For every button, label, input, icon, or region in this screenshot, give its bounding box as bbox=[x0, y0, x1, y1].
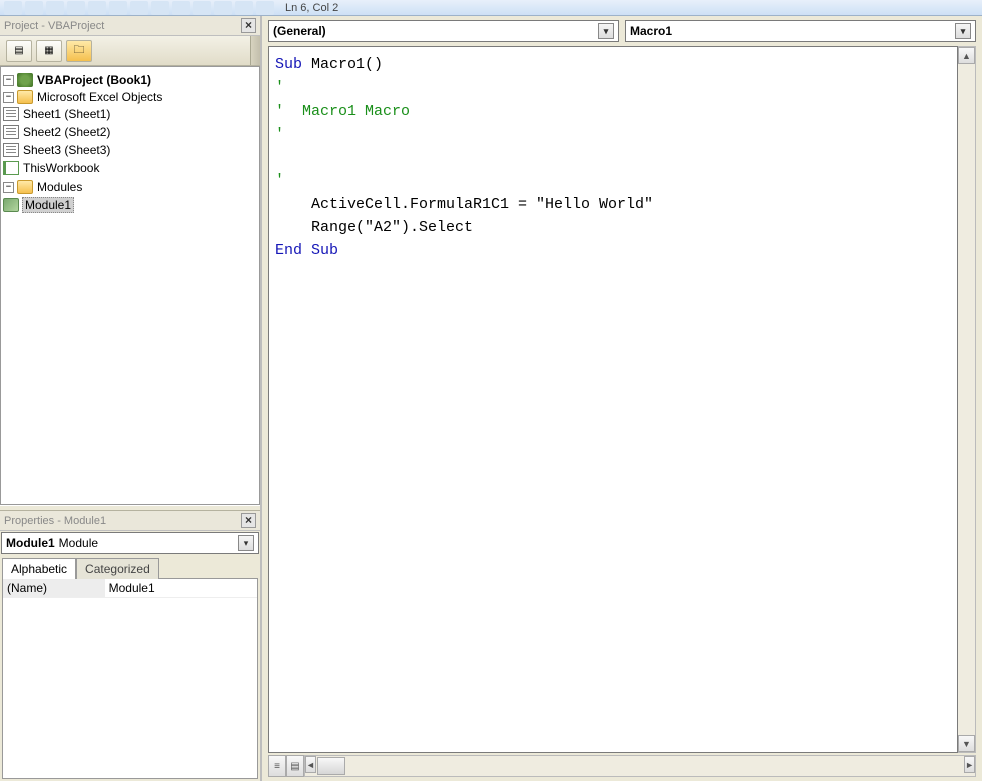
toolbar-icon[interactable] bbox=[214, 1, 232, 15]
code-keyword: Sub bbox=[311, 242, 338, 259]
code-icon: ▤ bbox=[14, 45, 23, 56]
scroll-left-icon[interactable]: ◄ bbox=[305, 756, 316, 773]
toolbar-icon[interactable] bbox=[67, 1, 85, 15]
scroll-thumb[interactable] bbox=[317, 757, 345, 775]
dropdown-icon[interactable] bbox=[238, 535, 254, 551]
properties-object-type: Module bbox=[59, 536, 98, 550]
procedure-view-button[interactable]: ≡ bbox=[268, 755, 286, 777]
dropdown-icon[interactable] bbox=[955, 23, 971, 39]
scroll-up-icon[interactable]: ▲ bbox=[958, 47, 975, 64]
toolbar-icon[interactable] bbox=[109, 1, 127, 15]
project-icon bbox=[17, 73, 33, 87]
code-text bbox=[302, 242, 311, 259]
folder-icon bbox=[17, 90, 33, 104]
dropdown-icon[interactable] bbox=[598, 23, 614, 39]
view-object-button[interactable]: ▦ bbox=[36, 40, 62, 62]
code-editor[interactable]: Sub Macro1() ' ' Macro1 Macro ' ' Active… bbox=[268, 46, 958, 753]
folder-icon: 🗀 bbox=[74, 41, 85, 60]
code-comment: ' bbox=[275, 172, 284, 189]
workbook-icon bbox=[3, 161, 19, 175]
left-panels: Project - VBAProject × ▤ ▦ 🗀 − VBAP bbox=[0, 16, 262, 781]
code-comment: ' Macro1 Macro bbox=[275, 103, 410, 120]
scroll-right-icon[interactable]: ► bbox=[964, 756, 975, 773]
toolbar-icon[interactable] bbox=[4, 1, 22, 15]
object-icon: ▦ bbox=[44, 45, 53, 56]
toggle-folders-button[interactable]: 🗀 bbox=[66, 40, 92, 62]
property-row[interactable]: (Name) Module1 bbox=[3, 579, 257, 598]
tree-collapse-icon[interactable]: − bbox=[3, 92, 14, 103]
toolbar-icon[interactable] bbox=[88, 1, 106, 15]
code-comment: ' bbox=[275, 126, 284, 143]
main-toolbar[interactable]: Ln 6, Col 2 bbox=[0, 0, 982, 16]
toolbar-icon[interactable] bbox=[172, 1, 190, 15]
properties-panel: Properties - Module1 × Module1 Module Al… bbox=[0, 511, 260, 781]
project-toolbar: ▤ ▦ 🗀 bbox=[0, 36, 260, 66]
worksheet-icon bbox=[3, 143, 19, 157]
properties-panel-title-text: Properties - Module1 bbox=[4, 515, 241, 527]
toolbar-icon[interactable] bbox=[256, 1, 274, 15]
code-panel: (General) Macro1 Sub Macro1() ' ' Macro1… bbox=[262, 16, 982, 781]
tree-collapse-icon[interactable]: − bbox=[3, 75, 14, 86]
full-module-view-button[interactable]: ▤ bbox=[286, 755, 304, 777]
project-panel-close-icon[interactable]: × bbox=[241, 18, 256, 33]
tree-item-sheet2[interactable]: Sheet2 (Sheet2) bbox=[22, 125, 111, 139]
toolbar-icon[interactable] bbox=[235, 1, 253, 15]
properties-panel-close-icon[interactable]: × bbox=[241, 513, 256, 528]
code-text: Range("A2").Select bbox=[275, 219, 473, 236]
procedure-dropdown[interactable]: Macro1 bbox=[625, 20, 976, 42]
project-tree[interactable]: − VBAProject (Book1) − Microsoft Excel O… bbox=[0, 66, 260, 505]
project-panel-title: Project - VBAProject × bbox=[0, 16, 260, 36]
scroll-down-icon[interactable]: ▼ bbox=[958, 735, 975, 752]
object-dropdown-value: (General) bbox=[273, 24, 326, 38]
module-icon bbox=[3, 198, 19, 212]
scroll-track[interactable] bbox=[346, 756, 964, 776]
toolbar-icon[interactable] bbox=[25, 1, 43, 15]
tree-folder-label[interactable]: Microsoft Excel Objects bbox=[36, 90, 163, 104]
worksheet-icon bbox=[3, 125, 19, 139]
toolbar-overflow[interactable] bbox=[250, 36, 260, 65]
property-value[interactable]: Module1 bbox=[105, 579, 257, 598]
tab-categorized[interactable]: Categorized bbox=[76, 558, 159, 579]
toolbar-icon[interactable] bbox=[193, 1, 211, 15]
scroll-track[interactable] bbox=[958, 64, 975, 735]
toolbar-icon[interactable] bbox=[46, 1, 64, 15]
procedure-dropdown-value: Macro1 bbox=[630, 24, 672, 38]
tree-root-label[interactable]: VBAProject (Book1) bbox=[36, 73, 152, 87]
tree-collapse-icon[interactable]: − bbox=[3, 182, 14, 193]
code-text: Macro1() bbox=[302, 56, 383, 73]
tree-item-thisworkbook[interactable]: ThisWorkbook bbox=[22, 161, 100, 175]
toolbar-icon[interactable] bbox=[151, 1, 169, 15]
tab-alphabetic[interactable]: Alphabetic bbox=[2, 558, 76, 579]
cursor-position: Ln 6, Col 2 bbox=[277, 2, 346, 14]
folder-icon bbox=[17, 180, 33, 194]
properties-panel-title: Properties - Module1 × bbox=[0, 511, 260, 531]
horizontal-scrollbar[interactable]: ◄ ► bbox=[304, 755, 976, 777]
view-code-button[interactable]: ▤ bbox=[6, 40, 32, 62]
toolbar-icon[interactable] bbox=[130, 1, 148, 15]
worksheet-icon bbox=[3, 107, 19, 121]
tree-item-sheet3[interactable]: Sheet3 (Sheet3) bbox=[22, 143, 111, 157]
tree-item-module1[interactable]: Module1 bbox=[22, 197, 74, 213]
object-dropdown[interactable]: (General) bbox=[268, 20, 619, 42]
code-comment: ' bbox=[275, 79, 284, 96]
code-text: ActiveCell.FormulaR1C1 = "Hello World" bbox=[275, 196, 653, 213]
properties-object-name: Module1 bbox=[6, 536, 55, 550]
properties-object-select[interactable]: Module1 Module bbox=[1, 532, 259, 554]
property-key: (Name) bbox=[3, 579, 105, 598]
project-panel-title-text: Project - VBAProject bbox=[4, 20, 241, 32]
code-keyword: End bbox=[275, 242, 302, 259]
tree-item-sheet1[interactable]: Sheet1 (Sheet1) bbox=[22, 107, 111, 121]
tree-folder-modules[interactable]: Modules bbox=[36, 180, 83, 194]
properties-tabs: Alphabetic Categorized bbox=[0, 555, 260, 578]
code-keyword: Sub bbox=[275, 56, 302, 73]
properties-grid[interactable]: (Name) Module1 bbox=[2, 578, 258, 779]
vertical-scrollbar[interactable]: ▲ ▼ bbox=[958, 46, 976, 753]
